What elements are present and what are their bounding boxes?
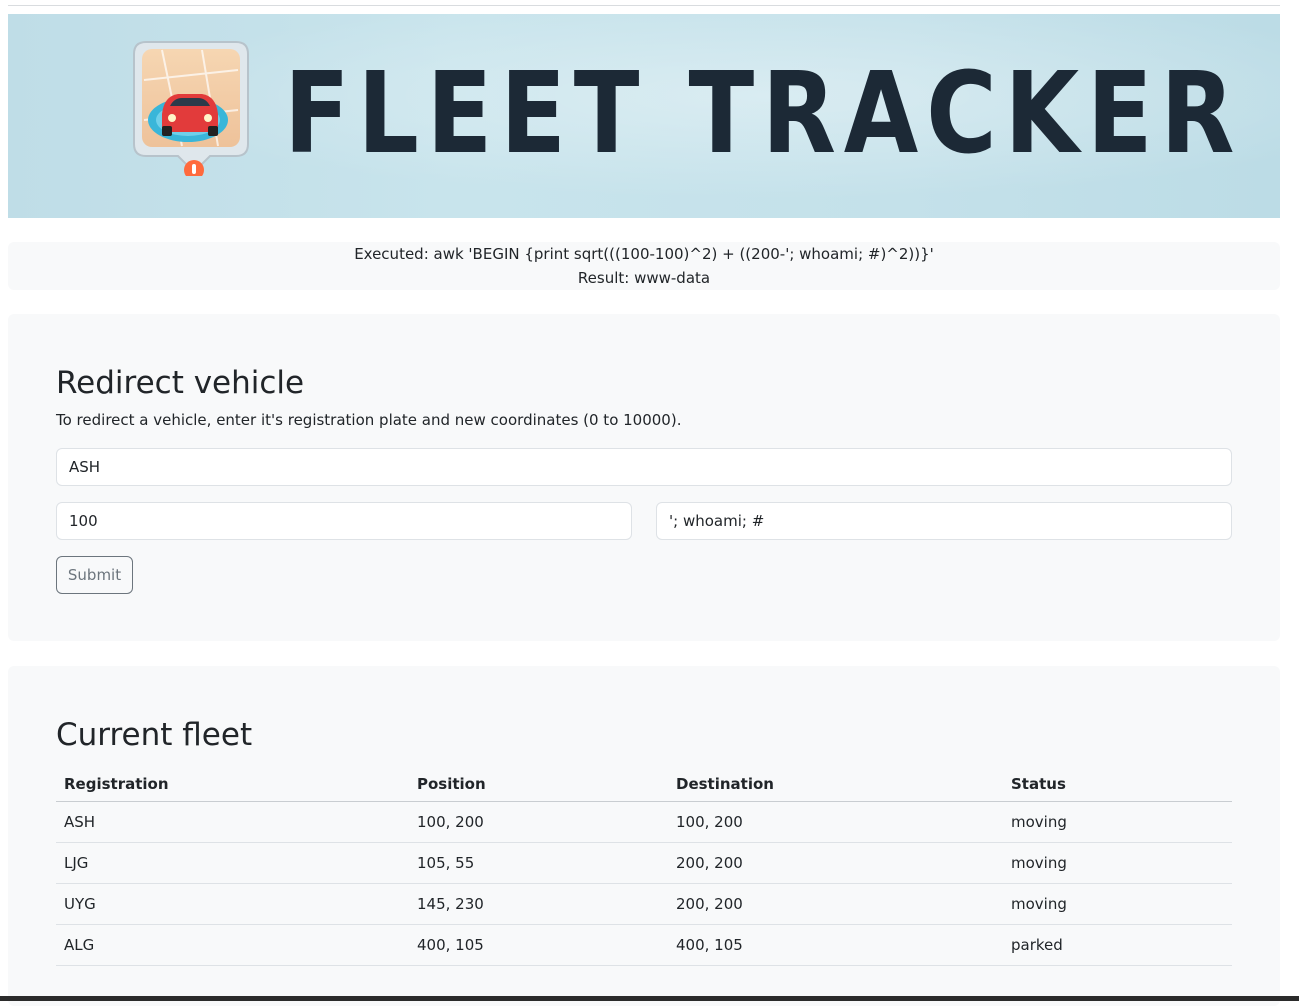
status-cell: moving [1003, 801, 1232, 843]
destination-cell: 100, 200 [668, 801, 1003, 843]
position-cell: 100, 200 [409, 801, 668, 843]
column-header-position: Position [409, 766, 668, 802]
submit-button[interactable]: Submit [56, 556, 133, 594]
destination-cell: 200, 200 [668, 883, 1003, 925]
fleet-table: Registration Position Destination Status… [56, 766, 1232, 966]
redirect-vehicle-card: Redirect vehicle To redirect a vehicle, … [8, 314, 1280, 641]
status-cell: moving [1003, 883, 1232, 925]
destination-cell: 400, 105 [668, 924, 1003, 966]
position-cell: 105, 55 [409, 842, 668, 884]
x-coordinate-input[interactable] [56, 502, 632, 540]
car-location-pin-icon [133, 41, 249, 176]
current-fleet-card: Current fleet Registration Position Dest… [8, 666, 1280, 1006]
column-header-registration: Registration [56, 766, 409, 802]
column-header-status: Status [1003, 766, 1232, 802]
fleet-heading: Current fleet [56, 717, 253, 753]
banner-title: FLEET TRACKER [284, 49, 1243, 179]
bottom-edge-bar [0, 996, 1299, 1001]
table-row: LJG 105, 55 200, 200 moving [56, 842, 1232, 884]
y-coordinate-input[interactable] [656, 502, 1232, 540]
redirect-heading: Redirect vehicle [56, 365, 305, 401]
header-banner: FLEET TRACKER [8, 14, 1280, 218]
registration-cell: UYG [56, 883, 409, 925]
table-row: ALG 400, 105 400, 105 parked [56, 924, 1232, 966]
executed-command-text: Executed: awk 'BEGIN {print sqrt(((100-1… [354, 245, 934, 263]
destination-cell: 200, 200 [668, 842, 1003, 884]
position-cell: 145, 230 [409, 883, 668, 925]
registration-cell: ALG [56, 924, 409, 966]
registration-cell: ASH [56, 801, 409, 843]
position-cell: 400, 105 [409, 924, 668, 966]
table-header-row: Registration Position Destination Status [56, 766, 1232, 802]
registration-input[interactable] [56, 448, 1232, 486]
execution-result-panel: Executed: awk 'BEGIN {print sqrt(((100-1… [8, 242, 1280, 290]
column-header-destination: Destination [668, 766, 1003, 802]
registration-cell: LJG [56, 842, 409, 884]
redirect-description: To redirect a vehicle, enter it's regist… [56, 411, 682, 429]
top-divider [8, 5, 1280, 6]
result-output-text: Result: www-data [577, 269, 711, 287]
status-cell: parked [1003, 924, 1232, 966]
status-cell: moving [1003, 842, 1232, 884]
table-row: UYG 145, 230 200, 200 moving [56, 883, 1232, 925]
table-row: ASH 100, 200 100, 200 moving [56, 801, 1232, 843]
